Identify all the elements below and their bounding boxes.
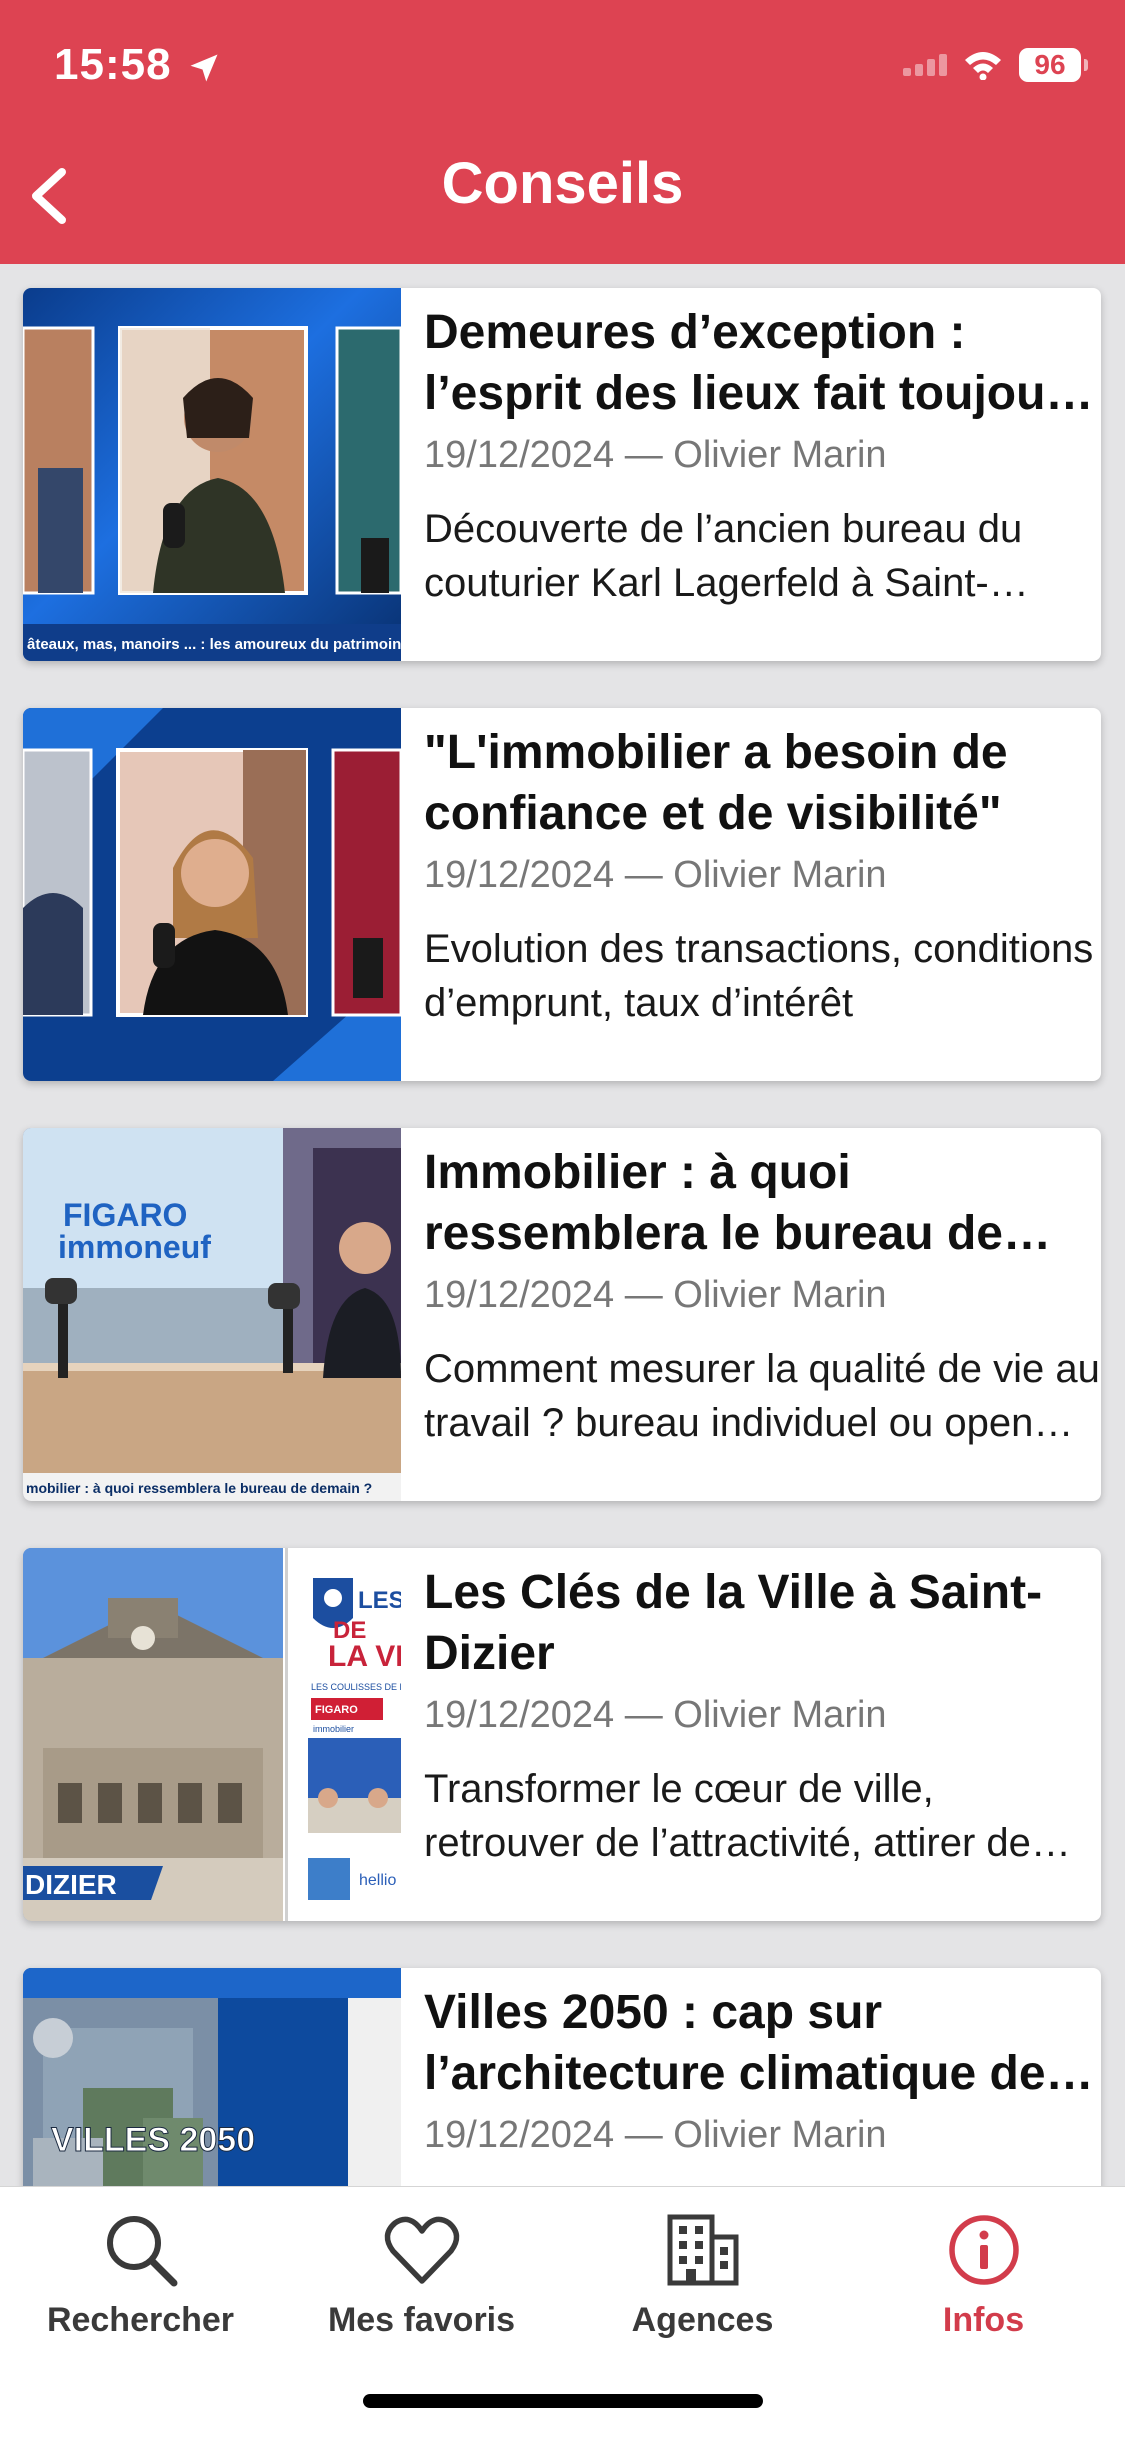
thumb-partner: hellio — [359, 1872, 396, 1889]
article-title[interactable]: Les Clés de la Ville à Saint-Dizier — [424, 1562, 1101, 1684]
article-description: Comment mesurer la qualité de vie au tra… — [424, 1347, 1100, 1445]
tab-label: Agences — [631, 2301, 774, 2339]
article-description: Transformer le cœur de ville, retrouver … — [424, 1767, 1031, 1865]
article-description: Evolution des transactions, conditions d… — [424, 927, 1094, 1025]
thumb-figaro-sub: immobilier — [313, 1724, 354, 1734]
tab-label: Rechercher — [46, 2301, 235, 2339]
article-meta: 19/12/2024 — Olivier Marin — [424, 434, 887, 476]
article-title[interactable]: Demeures d’exception : l’esprit des lieu… — [424, 302, 1101, 424]
article-meta: 19/12/2024 — Olivier Marin — [424, 2114, 887, 2156]
tab-rechercher[interactable]: Rechercher — [0, 2211, 281, 2340]
building-icon — [667, 2214, 738, 2286]
status-icons: 96 — [903, 48, 1088, 82]
thumb-logo-line1: LES C — [358, 1587, 401, 1614]
thumb-sub: LES COULISSES DE L'I — [311, 1682, 401, 1692]
thumb-caption: mobilier : à quoi ressemblera le bureau … — [26, 1480, 372, 1496]
wifi-icon — [965, 52, 1001, 80]
tab-infos[interactable]: Infos — [843, 2211, 1124, 2340]
article-card[interactable]: DIZIER LES C DE LA VI LES COULISSES DE L… — [23, 1548, 1101, 1921]
home-indicator[interactable] — [363, 2394, 763, 2408]
search-icon — [106, 2216, 177, 2287]
article-card[interactable]: âteaux, mas, manoirs ... : les amoureux … — [23, 288, 1101, 661]
tab-mes-favoris[interactable]: Mes favoris — [281, 2211, 562, 2340]
page-title: Conseils — [441, 151, 684, 216]
heart-icon — [384, 2216, 459, 2284]
article-description: Découverte de l’ancien bureau du couturi… — [424, 507, 1023, 605]
thumb-banner: DIZIER — [25, 1869, 117, 1900]
article-meta: 19/12/2024 — Olivier Marin — [424, 854, 887, 896]
article-title[interactable]: Villes 2050 : cap sur l’architecture cli… — [424, 1982, 1101, 2104]
thumb-figaro: FIGARO — [315, 1704, 358, 1716]
article-list[interactable]: âteaux, mas, manoirs ... : les amoureux … — [0, 264, 1125, 2186]
info-circle-icon — [948, 2215, 1019, 2285]
article-thumbnail: VILLES 2050 — [23, 1968, 401, 2186]
battery-icon: 96 — [1019, 48, 1088, 82]
article-thumbnail: DIZIER LES C DE LA VI LES COULISSES DE L… — [23, 1548, 401, 1921]
tab-label: Mes favoris — [327, 2301, 516, 2339]
app-header: 15:58 96 Conseils — [0, 0, 1125, 264]
tab-label: Infos — [942, 2301, 1025, 2339]
article-title[interactable]: Immobilier : à quoi ressemblera le burea… — [424, 1142, 1101, 1264]
article-thumbnail: FIGARO immoneuf mobilier : à quoi ressem… — [23, 1128, 401, 1501]
article-card[interactable]: "L'immobilier a besoin de confiance et d… — [23, 708, 1101, 1081]
article-meta: 19/12/2024 — Olivier Marin — [424, 1694, 887, 1736]
article-thumbnail: âteaux, mas, manoirs ... : les amoureux … — [23, 288, 401, 661]
thumb-logo-line2: immoneuf — [58, 1229, 211, 1265]
article-card[interactable]: VILLES 2050 Villes 2050 : cap sur l’arch… — [23, 1968, 1101, 2186]
thumb-logo-line3: LA VI — [328, 1640, 401, 1673]
article-title[interactable]: "L'immobilier a besoin de confiance et d… — [424, 722, 1101, 844]
thumb-caption: VILLES 2050 — [51, 2121, 255, 2159]
location-arrow-icon — [190, 54, 218, 82]
cellular-signal-icon — [903, 54, 947, 76]
status-time: 15:58 — [54, 40, 172, 89]
article-thumbnail — [23, 708, 401, 1081]
thumb-logo-line1: FIGARO — [63, 1197, 187, 1233]
article-meta: 19/12/2024 — Olivier Marin — [424, 1274, 887, 1316]
article-card[interactable]: FIGARO immoneuf mobilier : à quoi ressem… — [23, 1128, 1101, 1501]
thumb-caption: âteaux, mas, manoirs ... : les amoureux … — [27, 636, 401, 653]
tab-agences[interactable]: Agences — [562, 2211, 843, 2340]
